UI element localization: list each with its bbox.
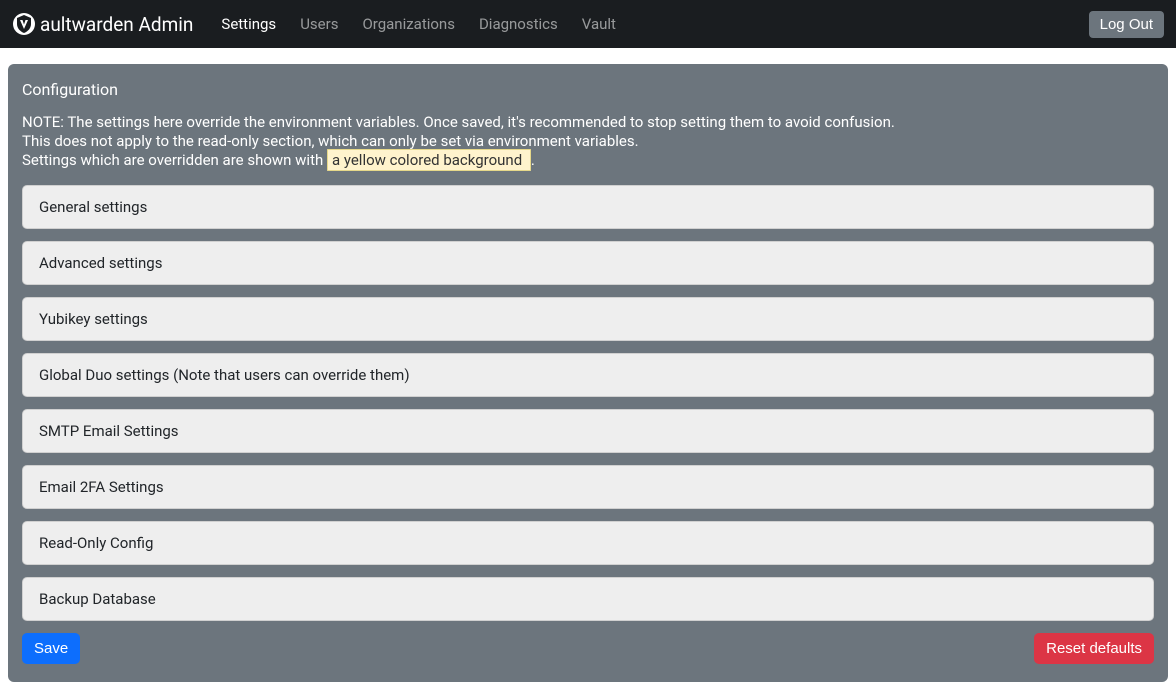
note-line-2: This does not apply to the read-only sec… <box>22 132 1154 151</box>
button-row: Save Reset defaults <box>22 633 1154 664</box>
logout-button[interactable]: Log Out <box>1089 11 1164 38</box>
note-line-3: Settings which are overridden are shown … <box>22 151 1154 170</box>
section-email-2fa-settings[interactable]: Email 2FA Settings <box>22 465 1154 509</box>
config-card: Configuration NOTE: The settings here ov… <box>8 64 1168 682</box>
nav-users[interactable]: Users <box>288 7 350 41</box>
section-read-only-config[interactable]: Read-Only Config <box>22 521 1154 565</box>
config-note: NOTE: The settings here override the env… <box>22 113 1154 171</box>
navbar: aultwarden Admin Settings Users Organiza… <box>0 0 1176 48</box>
nav-links: Settings Users Organizations Diagnostics… <box>209 7 628 41</box>
save-button[interactable]: Save <box>22 633 80 664</box>
config-title: Configuration <box>22 80 1154 99</box>
section-backup-database[interactable]: Backup Database <box>22 577 1154 621</box>
nav-diagnostics[interactable]: Diagnostics <box>467 7 570 41</box>
brand-text: aultwarden Admin <box>40 13 193 36</box>
nav-organizations[interactable]: Organizations <box>350 7 467 41</box>
section-general-settings[interactable]: General settings <box>22 185 1154 229</box>
navbar-left: aultwarden Admin Settings Users Organiza… <box>12 7 628 41</box>
section-yubikey-settings[interactable]: Yubikey settings <box>22 297 1154 341</box>
nav-settings[interactable]: Settings <box>209 7 288 41</box>
brand[interactable]: aultwarden Admin <box>12 12 193 36</box>
nav-vault[interactable]: Vault <box>570 7 628 41</box>
override-highlight: a yellow colored background <box>327 149 531 171</box>
section-advanced-settings[interactable]: Advanced settings <box>22 241 1154 285</box>
main: Configuration NOTE: The settings here ov… <box>0 48 1176 690</box>
vaultwarden-logo-icon <box>12 12 36 36</box>
note-line-3-suffix: . <box>531 151 535 169</box>
reset-defaults-button[interactable]: Reset defaults <box>1034 633 1154 664</box>
section-global-duo-settings[interactable]: Global Duo settings (Note that users can… <box>22 353 1154 397</box>
accordion: General settings Advanced settings Yubik… <box>22 185 1154 621</box>
note-line-1: NOTE: The settings here override the env… <box>22 113 1154 132</box>
note-line-3-prefix: Settings which are overridden are shown … <box>22 151 327 169</box>
section-smtp-email-settings[interactable]: SMTP Email Settings <box>22 409 1154 453</box>
